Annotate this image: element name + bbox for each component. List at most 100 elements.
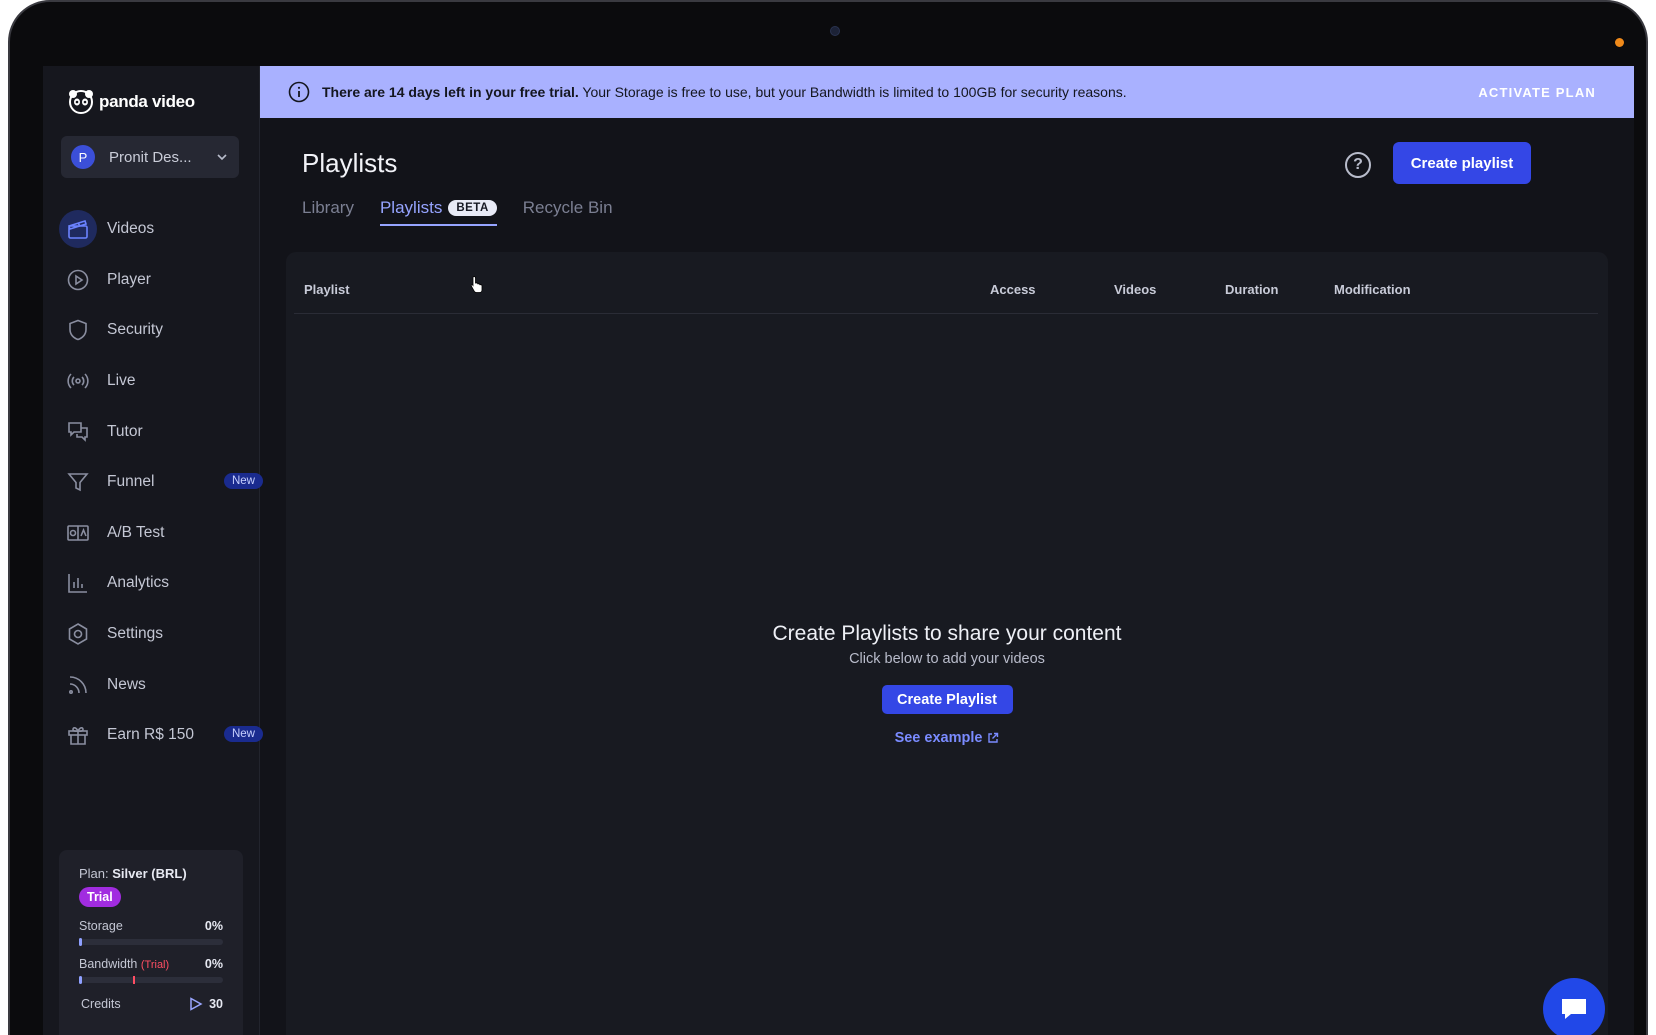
bandwidth-limit-marker <box>133 976 135 984</box>
brand-name: panda video <box>99 92 195 111</box>
ab-test-icon <box>59 514 97 552</box>
main-content: Playlists ? Create playlist Library Play… <box>260 118 1634 1035</box>
credits-value: 30 <box>209 997 223 1011</box>
sidebar-item-label: Security <box>107 321 163 339</box>
tabs: Library Playlists BETA Recycle Bin <box>302 198 613 226</box>
storage-value: 0% <box>204 919 223 933</box>
status-led <box>1615 38 1624 47</box>
storage-bar-fill <box>79 938 82 946</box>
sidebar-item-live[interactable]: Live <box>59 356 255 407</box>
empty-create-playlist-button[interactable]: Create Playlist <box>881 685 1013 714</box>
avatar: P <box>71 145 95 169</box>
bar-chart-icon <box>59 564 97 602</box>
credits-row: Credits 30 <box>79 997 223 1011</box>
sidebar-item-ab-test[interactable]: A/B Test <box>59 508 255 559</box>
sidebar-item-analytics[interactable]: Analytics <box>59 558 255 609</box>
sidebar-item-funnel[interactable]: Funnel New <box>59 457 263 508</box>
help-icon[interactable]: ? <box>1345 152 1371 178</box>
trial-badge: Trial <box>79 887 121 907</box>
sidebar-item-label: Funnel <box>107 473 155 491</box>
account-name: Pronit Des... <box>109 148 192 166</box>
sidebar-item-label: Analytics <box>107 574 170 592</box>
funnel-icon <box>59 463 97 501</box>
chat-bubbles-icon <box>59 413 97 451</box>
trial-banner: There are 14 days left in your free tria… <box>260 66 1634 118</box>
sidebar-item-label: News <box>107 675 146 693</box>
credits-icon <box>190 997 203 1011</box>
column-header-duration[interactable]: Duration <box>1225 282 1278 297</box>
tab-playlists[interactable]: Playlists BETA <box>379 198 497 226</box>
bandwidth-label: Bandwidth <box>79 957 138 971</box>
trial-banner-text: There are 14 days left in your free tria… <box>322 84 1478 100</box>
sidebar-item-player[interactable]: Player <box>59 255 255 306</box>
sidebar-item-news[interactable]: News <box>59 659 255 710</box>
trial-banner-detail: Your Storage is free to use, but your Ba… <box>578 84 1127 100</box>
activate-plan-link[interactable]: ACTIVATE PLAN <box>1478 85 1596 100</box>
sidebar-item-label: Tutor <box>107 422 143 440</box>
gear-icon <box>59 615 97 653</box>
chat-icon <box>1562 999 1586 1019</box>
hand-cursor-icon <box>470 276 483 293</box>
empty-state-title: Create Playlists to share your content <box>772 622 1122 645</box>
page-title: Playlists <box>302 148 398 178</box>
sidebar-item-label: Player <box>107 270 151 288</box>
sidebar-item-videos[interactable]: Videos <box>59 204 255 255</box>
column-header-access[interactable]: Access <box>990 282 1036 297</box>
sidebar-item-tutor[interactable]: Tutor <box>59 406 255 457</box>
plan-name: Plan: Silver (BRL) <box>79 866 223 881</box>
column-header-modification[interactable]: Modification <box>1334 282 1411 297</box>
column-header-videos[interactable]: Videos <box>1114 282 1156 297</box>
new-badge: New <box>223 725 263 742</box>
sidebar-item-label: Earn R$ 150 <box>107 726 195 744</box>
bandwidth-row: Bandwidth (Trial) 0% <box>79 957 223 971</box>
laptop-bezel: panda video P Pronit Des... Videos Playe… <box>8 0 1648 1035</box>
play-circle-icon <box>59 261 97 299</box>
tab-label: Recycle Bin <box>522 198 613 217</box>
sidebar: panda video P Pronit Des... Videos Playe… <box>43 66 263 1035</box>
brand-logo[interactable]: panda video <box>67 88 195 116</box>
column-header-playlist[interactable]: Playlist <box>304 282 350 297</box>
chevron-down-icon <box>217 154 227 161</box>
gift-icon <box>59 716 97 754</box>
empty-state-subtitle: Click below to add your videos <box>849 651 1045 667</box>
sidebar-item-label: A/B Test <box>107 523 165 541</box>
playlists-table-panel: Playlist Access Videos Duration Modifica… <box>286 252 1608 1035</box>
plan-card: Plan: Silver (BRL) Trial Storage 0% Band… <box>59 850 243 1035</box>
plan-prefix: Plan: <box>79 866 109 881</box>
camera-icon <box>830 26 840 36</box>
create-playlist-button[interactable]: Create playlist <box>1393 142 1531 184</box>
sidebar-item-label: Videos <box>107 220 155 238</box>
broadcast-icon <box>59 362 97 400</box>
new-badge: New <box>223 472 263 489</box>
storage-row: Storage 0% <box>79 919 223 933</box>
see-example-link[interactable]: See example <box>895 730 1000 746</box>
chat-button[interactable] <box>1543 978 1605 1035</box>
see-example-label: See example <box>894 730 983 746</box>
sidebar-item-label: Live <box>107 372 136 390</box>
tab-recycle-bin[interactable]: Recycle Bin <box>523 198 613 224</box>
bandwidth-bar-fill <box>79 976 82 984</box>
storage-label: Storage <box>79 919 123 933</box>
tab-label: Library <box>302 198 354 217</box>
trial-banner-bold: There are 14 days left in your free tria… <box>322 84 579 100</box>
bandwidth-value: 0% <box>204 957 223 971</box>
clapperboard-icon <box>59 210 97 249</box>
bandwidth-trial-tag: (Trial) <box>140 959 170 971</box>
empty-state: Create Playlists to share your content C… <box>286 622 1608 747</box>
sidebar-item-security[interactable]: Security <box>59 305 255 356</box>
info-icon <box>288 81 310 103</box>
sidebar-item-settings[interactable]: Settings <box>59 609 255 660</box>
sidebar-item-earn[interactable]: Earn R$ 150 New <box>59 710 263 761</box>
beta-badge: BETA <box>448 200 497 216</box>
panda-logo-icon <box>69 90 93 114</box>
bandwidth-bar <box>79 976 223 984</box>
storage-bar <box>79 938 223 946</box>
shield-icon <box>59 311 97 349</box>
credits-label: Credits <box>81 997 121 1011</box>
tab-library[interactable]: Library <box>302 198 354 224</box>
app-screen: panda video P Pronit Des... Videos Playe… <box>43 66 1634 1035</box>
account-switcher[interactable]: P Pronit Des... <box>61 136 239 178</box>
sidebar-item-label: Settings <box>107 625 164 643</box>
plan-value: Silver (BRL) <box>112 866 187 881</box>
table-header: Playlist Access Videos Duration Modifica… <box>294 274 1598 314</box>
